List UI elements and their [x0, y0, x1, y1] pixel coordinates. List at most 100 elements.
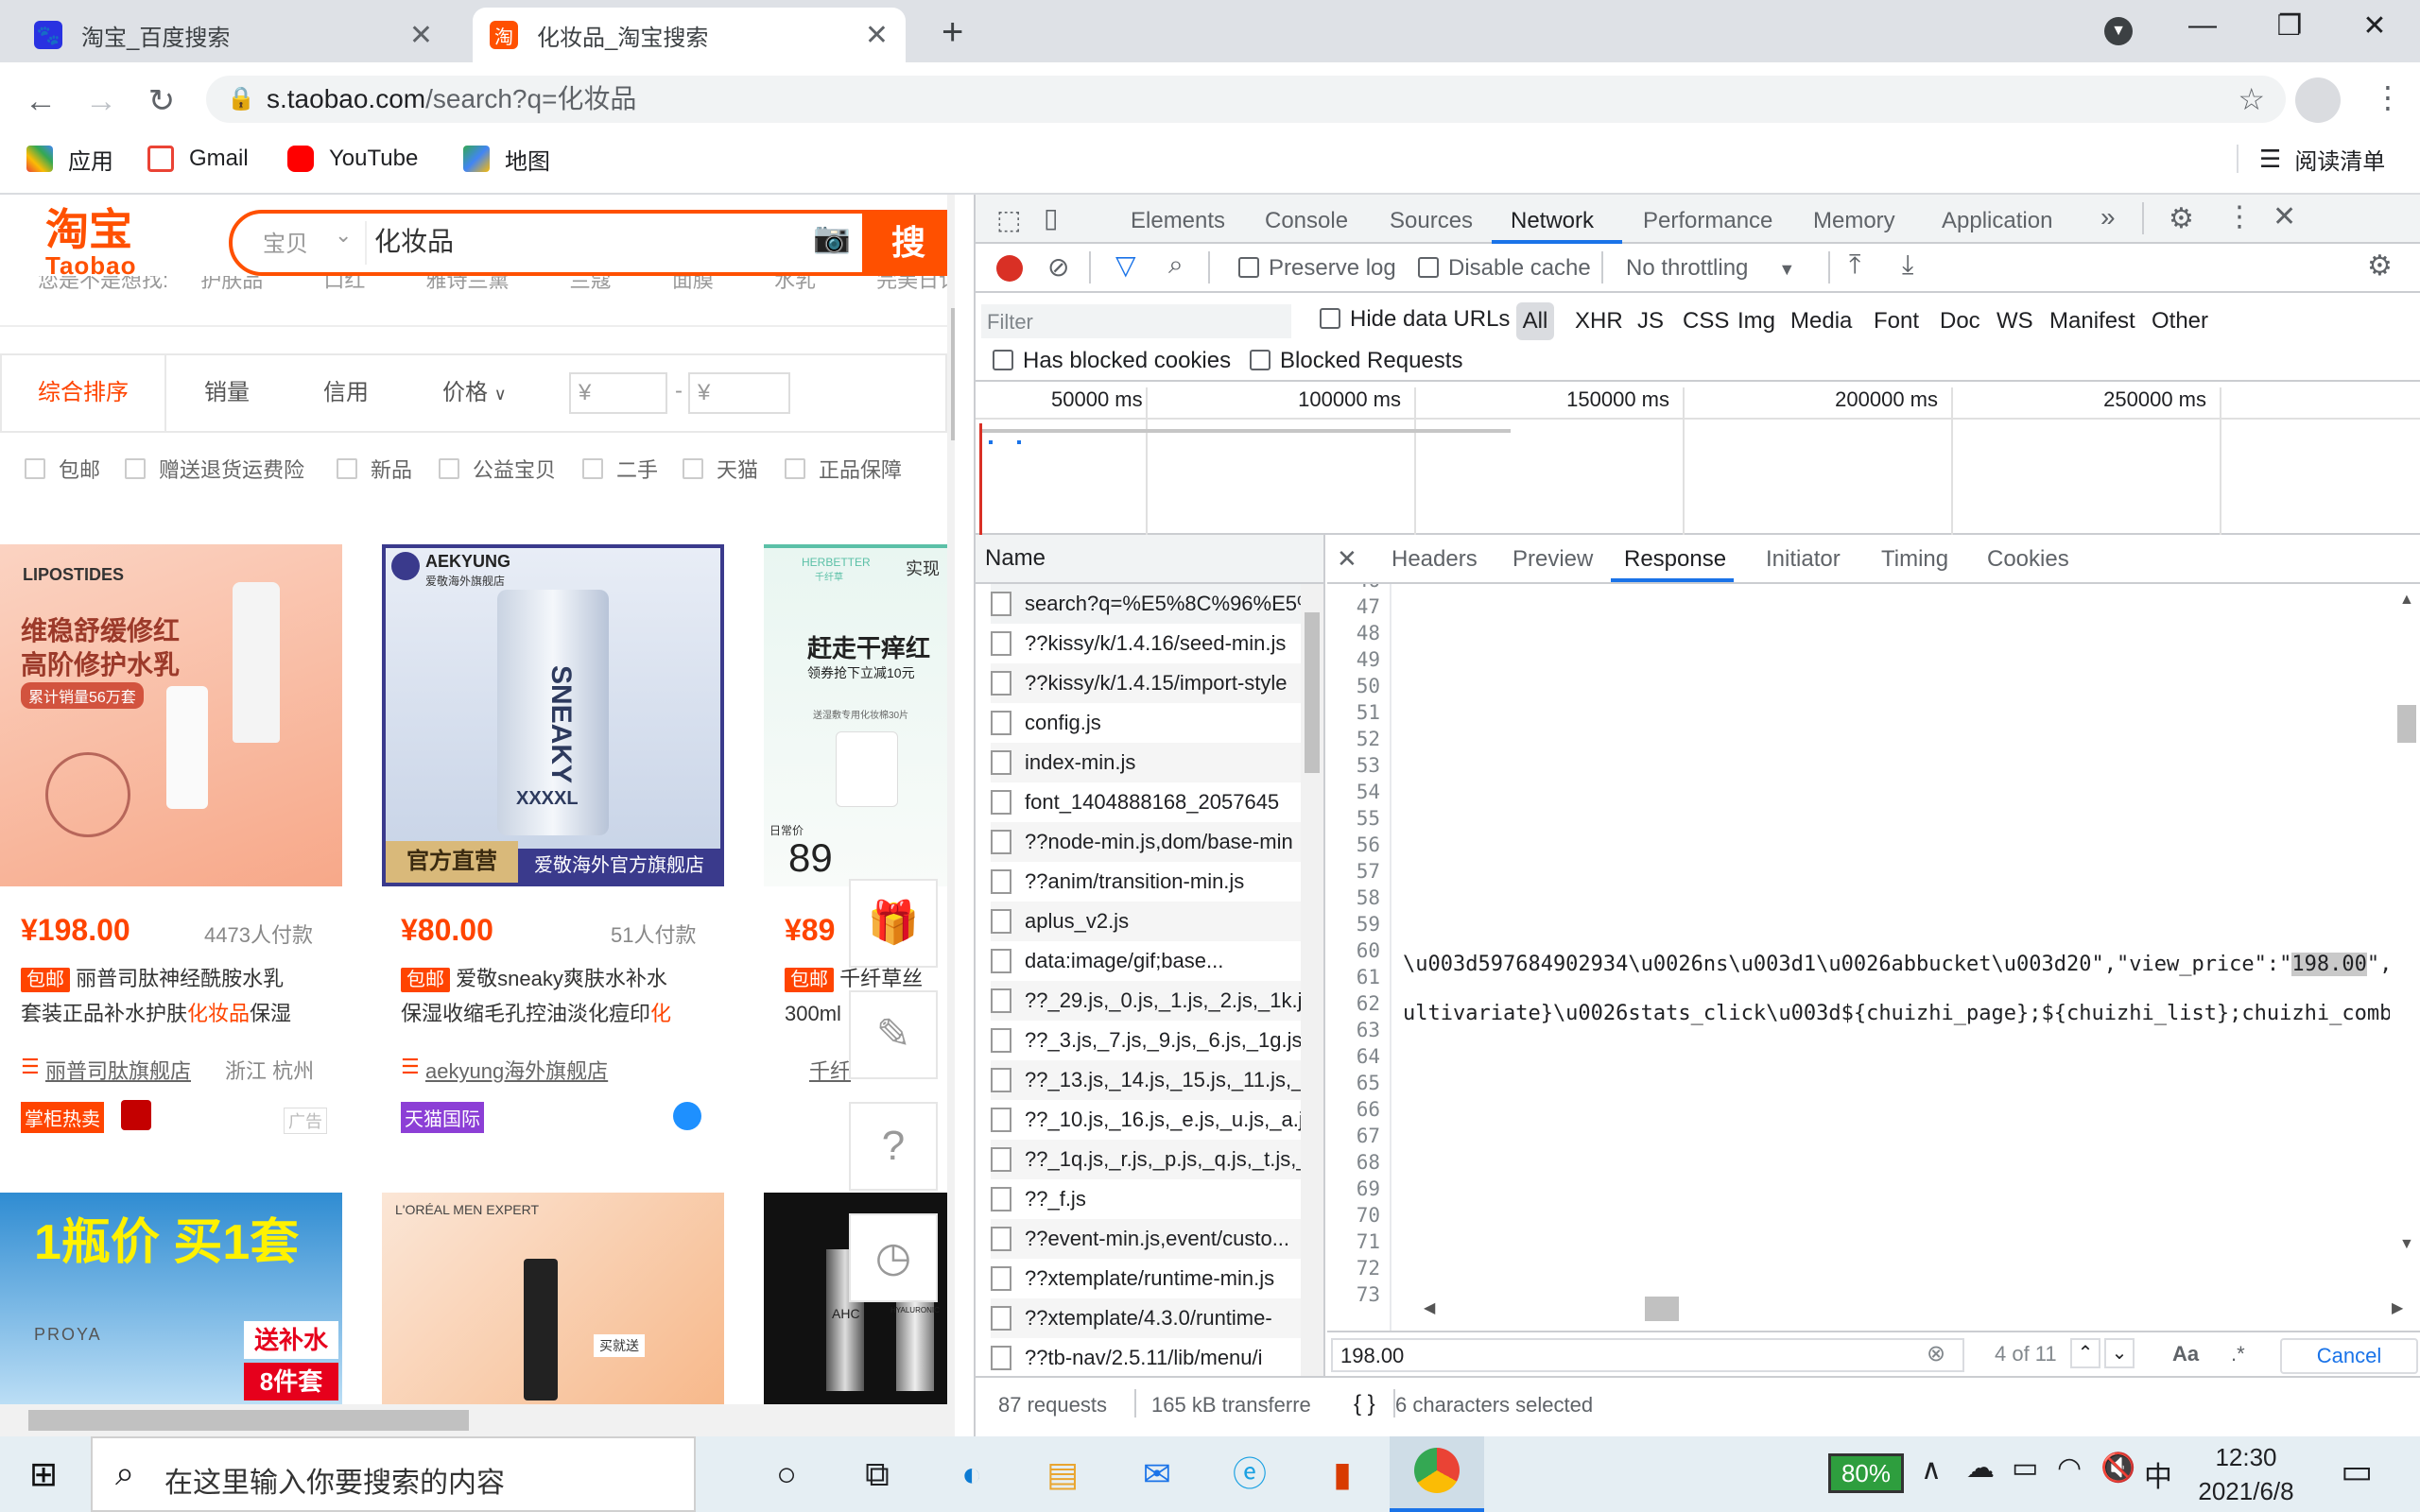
request-row[interactable]: ??kissy/k/1.4.16/seed-min.js — [991, 624, 1306, 663]
request-row[interactable]: data:image/gif;base... — [991, 941, 1306, 981]
suggestion-link[interactable]: 水乳 — [774, 276, 816, 292]
request-row[interactable]: ??anim/transition-min.js — [991, 862, 1306, 902]
scrollbar-thumb[interactable] — [1645, 1297, 1679, 1321]
suggestion-link[interactable]: 护肤品 — [200, 276, 263, 292]
edit-feedback-icon[interactable]: ✎ — [849, 990, 938, 1079]
tab-elements[interactable]: Elements — [1131, 208, 1225, 234]
request-row[interactable]: ??_1q.js,_r.js,_p.js,_q.js,_t.js,_ — [991, 1140, 1306, 1179]
request-row[interactable]: ??tb-nav/2.5.11/lib/menu/i — [991, 1338, 1306, 1376]
menu-dots-icon[interactable]: ⋮ — [2373, 79, 2403, 115]
type-css[interactable]: CSS — [1683, 302, 1729, 340]
camera-icon[interactable]: 📷 — [813, 219, 851, 255]
type-manifest[interactable]: Manifest — [2049, 302, 2135, 340]
vertical-scrollbar[interactable] — [947, 195, 955, 1436]
request-row[interactable]: font_1404888168_2057645 — [991, 782, 1306, 822]
close-devtools-icon[interactable]: ✕ — [2273, 200, 2296, 233]
cancel-search-button[interactable]: Cancel — [2280, 1338, 2418, 1374]
next-match-icon[interactable]: ⌄ — [2104, 1338, 2135, 1368]
throttling-select[interactable]: No throttling ▼ — [1626, 255, 1795, 282]
type-all[interactable]: All — [1516, 302, 1554, 340]
product-title[interactable]: 包邮 爱敬sneaky爽肤水补水 保湿收缩毛孔控油淡化痘印化 — [401, 962, 718, 1031]
close-window-icon[interactable]: ✕ — [2346, 9, 2403, 47]
preserve-log-checkbox[interactable]: Preserve log — [1238, 255, 1396, 282]
request-row[interactable]: search?q=%E5%8C%96%E5%A6%86%E5 — [991, 584, 1306, 624]
shop-link[interactable]: 丽普司肽旗舰店 — [45, 1055, 191, 1085]
tab-preview[interactable]: Preview — [1512, 546, 1593, 573]
taskbar-search[interactable]: ⌕ 在这里输入你要搜索的内容 — [91, 1436, 696, 1512]
filter-tmall[interactable]: 天猫 — [683, 452, 758, 486]
filter-secondhand[interactable]: 二手 — [582, 452, 658, 486]
history-clock-icon[interactable]: ◷ — [849, 1213, 938, 1302]
profile-avatar-icon[interactable] — [2295, 77, 2341, 123]
name-column-header[interactable]: Name — [976, 535, 1325, 584]
scrollbar-thumb[interactable] — [951, 308, 955, 440]
request-list-scrollbar[interactable] — [1301, 584, 1323, 1376]
search-input[interactable]: 化妆品 — [374, 221, 454, 259]
scroll-down-icon[interactable]: ▼ — [2399, 1236, 2414, 1253]
gift-icon[interactable]: 🎁 — [849, 879, 938, 968]
tab-network[interactable]: Network — [1511, 208, 1594, 234]
address-bar[interactable]: 🔒 s.taobao.com/search?q=化妆品 ☆ — [206, 76, 2286, 123]
wifi-icon[interactable]: ◠ — [2057, 1452, 2082, 1485]
response-search-input[interactable]: 198.00 — [1331, 1338, 1964, 1372]
request-row[interactable]: ??event-min.js,event/custo... — [991, 1219, 1306, 1259]
response-horizontal-scrollbar[interactable]: ◀ ▶ — [1418, 1293, 2420, 1325]
regex-toggle[interactable]: .* — [2231, 1342, 2245, 1366]
match-case-toggle[interactable]: Aa — [2172, 1342, 2199, 1366]
filter-authentic[interactable]: 正品保障 — [785, 452, 902, 486]
filter-input[interactable]: Filter — [981, 304, 1291, 338]
tab-initiator[interactable]: Initiator — [1766, 546, 1841, 573]
scrollbar-thumb[interactable] — [28, 1410, 469, 1431]
record-icon[interactable] — [996, 255, 1023, 282]
type-doc[interactable]: Doc — [1940, 302, 1980, 340]
tab-performance[interactable]: Performance — [1643, 208, 1772, 234]
inspect-element-icon[interactable]: ⬚ — [996, 204, 1021, 235]
settings-gear-icon[interactable]: ⚙ — [2169, 202, 2194, 235]
clock[interactable]: 12:30 2021/6/8 — [2180, 1440, 2312, 1508]
previous-match-icon[interactable]: ⌃ — [2070, 1338, 2100, 1368]
scrollbar-thumb[interactable] — [1305, 612, 1320, 773]
suggestion-link[interactable]: 雅诗兰黛 — [426, 276, 510, 292]
pretty-print-icon[interactable]: { } — [1354, 1391, 1375, 1418]
tab-headers[interactable]: Headers — [1392, 546, 1478, 573]
tab-sources[interactable]: Sources — [1390, 208, 1473, 234]
ime-indicator[interactable]: 中 — [2144, 1453, 2172, 1495]
volume-muted-icon[interactable]: 🔇 — [2100, 1452, 2135, 1485]
scroll-left-icon[interactable]: ◀ — [1424, 1298, 1435, 1317]
product-image[interactable]: 1瓶价 买1套 送补水 8件套 PROYA — [0, 1193, 342, 1410]
sort-credit[interactable]: 信用 — [323, 355, 369, 431]
close-tab-icon[interactable]: ✕ — [409, 19, 433, 52]
battery-icon[interactable]: ▭ — [2012, 1452, 2038, 1485]
taobao-logo[interactable]: 淘宝 Taobao — [45, 206, 137, 278]
tab-cookies[interactable]: Cookies — [1987, 546, 2069, 573]
filter-funnel-icon[interactable]: ▽ — [1115, 249, 1136, 281]
file-explorer-icon[interactable]: ▤ — [1034, 1446, 1091, 1503]
shop-link[interactable]: aekyung海外旗舰店 — [425, 1055, 608, 1085]
help-icon[interactable]: ? — [849, 1102, 938, 1191]
close-detail-icon[interactable]: ✕ — [1337, 544, 1357, 574]
minimize-icon[interactable]: — — [2174, 9, 2231, 47]
type-media[interactable]: Media — [1790, 302, 1852, 340]
hide-data-urls-checkbox[interactable]: Hide data URLs — [1320, 306, 1510, 333]
type-img[interactable]: Img — [1737, 302, 1775, 340]
device-toolbar-icon[interactable]: ▯ — [1044, 202, 1058, 233]
type-ws[interactable]: WS — [1996, 302, 2033, 340]
price-max-input[interactable]: ¥ — [688, 372, 790, 414]
blocked-requests-checkbox[interactable]: Blocked Requests — [1250, 348, 1462, 374]
product-image[interactable]: LIPOSTIDES 维稳舒缓修红 高阶修护水乳 累计销量56万套 — [0, 544, 342, 886]
bookmark-apps[interactable]: 应用 — [26, 140, 113, 178]
sort-price[interactable]: 价格 ∨ — [442, 355, 507, 432]
restore-icon[interactable]: ❐ — [2261, 9, 2318, 47]
wangwang-chat-icon[interactable] — [673, 1102, 701, 1130]
filter-free-shipping[interactable]: 包邮 — [25, 452, 100, 486]
price-min-input[interactable]: ¥ — [569, 372, 667, 414]
request-row[interactable]: index-min.js — [991, 743, 1306, 782]
has-blocked-cookies-checkbox[interactable]: Has blocked cookies — [993, 348, 1231, 374]
bookmark-star-icon[interactable]: ☆ — [2238, 76, 2265, 123]
type-js[interactable]: JS — [1637, 302, 1664, 340]
type-font[interactable]: Font — [1874, 302, 1919, 340]
reading-list[interactable]: ☰ 阅读清单 — [2237, 140, 2385, 178]
reload-icon[interactable]: ↻ — [138, 77, 185, 125]
filter-new[interactable]: 新品 — [337, 452, 412, 486]
search-button[interactable]: 搜 — [862, 210, 955, 276]
